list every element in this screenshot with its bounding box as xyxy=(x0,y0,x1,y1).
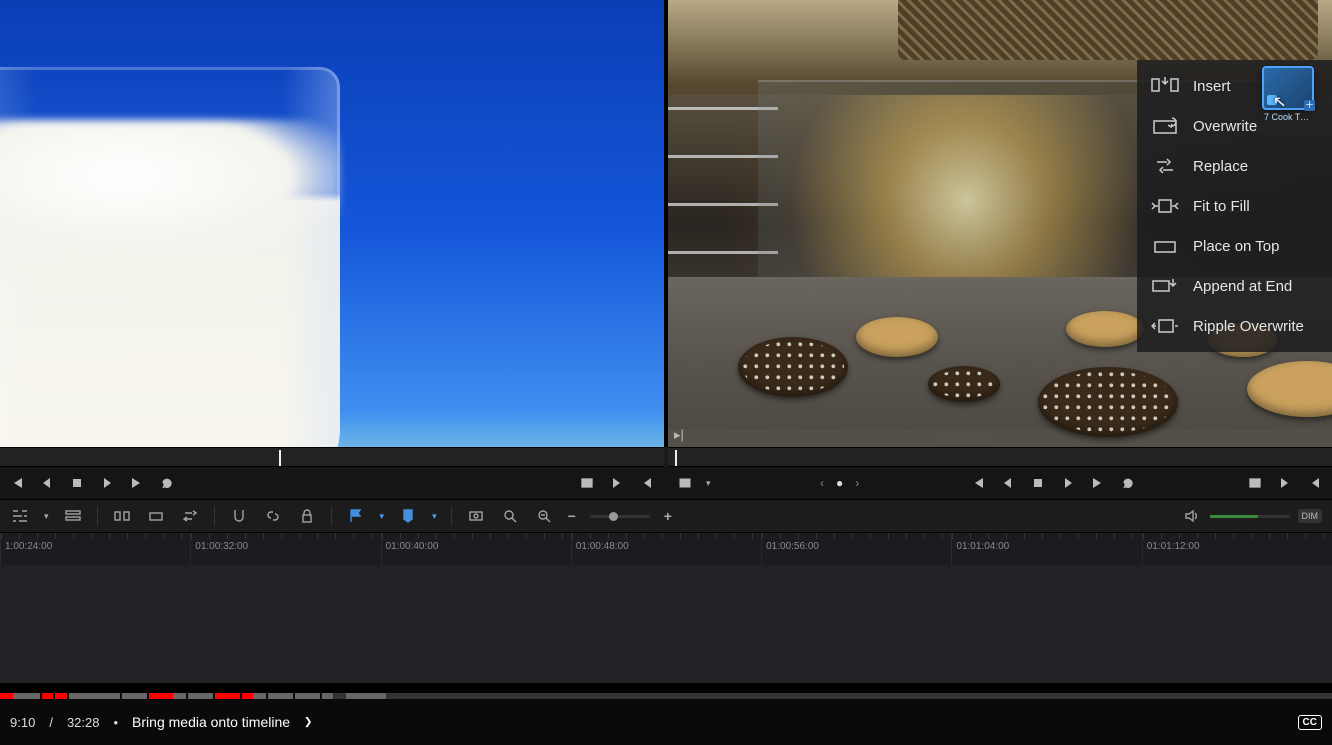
bullet-separator: • xyxy=(113,715,118,730)
ripple-overwrite-icon xyxy=(1151,316,1179,336)
marker-icon[interactable] xyxy=(398,506,418,526)
step-back-button[interactable] xyxy=(999,474,1017,492)
mouse-cursor-icon: ↖ xyxy=(1272,91,1287,112)
ruler-timecode: 01:00:48:00 xyxy=(576,541,629,552)
ruler-timecode: 01:00:56:00 xyxy=(766,541,819,552)
dragged-clip-thumbnail[interactable]: 7 Cook Tra… ＋ xyxy=(1262,66,1314,110)
match-frame-button[interactable] xyxy=(1246,474,1264,492)
link-icon[interactable] xyxy=(263,506,283,526)
last-frame-button[interactable] xyxy=(638,474,656,492)
edit-place-on-top[interactable]: Place on Top xyxy=(1141,226,1328,266)
edit-append-at-end[interactable]: Append at End xyxy=(1141,266,1328,306)
step-end-icon[interactable]: ▸| xyxy=(674,427,684,443)
dropdown-caret-icon[interactable]: ▾ xyxy=(44,511,49,522)
lock-icon[interactable] xyxy=(297,506,317,526)
safe-area-button[interactable] xyxy=(676,474,694,492)
source-viewer[interactable] xyxy=(0,0,664,447)
elapsed-time: 9:10 xyxy=(10,715,35,730)
edit-item-label: Replace xyxy=(1193,158,1248,175)
go-to-start-button[interactable] xyxy=(8,474,26,492)
insert-icon xyxy=(1151,76,1179,96)
stop-button[interactable] xyxy=(1029,474,1047,492)
nav-prev-marker-icon[interactable]: ‹ xyxy=(820,476,824,490)
program-scrub-bar[interactable] xyxy=(668,447,1332,467)
timeline-options-icon[interactable] xyxy=(10,506,30,526)
overwrite-icon xyxy=(1151,116,1179,136)
dropdown-caret-icon[interactable]: ▾ xyxy=(432,511,437,522)
next-edit-button[interactable] xyxy=(608,474,626,492)
place-on-top-icon xyxy=(1151,236,1179,256)
zoom-full-icon[interactable] xyxy=(466,506,486,526)
edit-item-label: Place on Top xyxy=(1193,238,1279,255)
stop-button[interactable] xyxy=(68,474,86,492)
chevron-right-icon[interactable]: ❯ xyxy=(304,714,312,730)
go-to-start-button[interactable] xyxy=(969,474,987,492)
edit-item-label: Insert xyxy=(1193,78,1231,95)
zoom-minus-icon[interactable]: − xyxy=(568,508,576,524)
progress-bar[interactable] xyxy=(0,693,1332,699)
loop-button[interactable] xyxy=(1119,474,1137,492)
flag-icon[interactable] xyxy=(346,506,366,526)
ruler-timecode: 01:00:32:00 xyxy=(195,541,248,552)
timeline-tracks[interactable] xyxy=(0,565,1332,683)
edit-item-label: Fit to Fill xyxy=(1193,198,1250,215)
play-button[interactable] xyxy=(1059,474,1077,492)
loop-button[interactable] xyxy=(158,474,176,492)
ruler-timecode: 01:01:04:00 xyxy=(956,541,1009,552)
nav-marker-dot-icon[interactable]: ● xyxy=(836,476,843,490)
replace-icon xyxy=(1151,156,1179,176)
source-transport xyxy=(0,467,664,499)
edit-replace[interactable]: Replace xyxy=(1141,146,1328,186)
zoom-plus-icon[interactable]: + xyxy=(664,508,672,524)
edit-item-label: Overwrite xyxy=(1193,118,1257,135)
volume-slider[interactable] xyxy=(1210,515,1290,518)
nav-next-marker-icon[interactable]: › xyxy=(855,476,859,490)
ruler-timecode: 01:01:12:00 xyxy=(1147,541,1200,552)
play-button[interactable] xyxy=(98,474,116,492)
go-to-end-button[interactable] xyxy=(128,474,146,492)
timeline[interactable]: 1:00:24:00 01:00:32:00 01:00:40:00 01:00… xyxy=(0,533,1332,683)
edit-item-label: Ripple Overwrite xyxy=(1193,318,1304,335)
overwrite-clip-icon[interactable] xyxy=(146,506,166,526)
dragged-clip-label: 7 Cook Tra… xyxy=(1264,112,1312,122)
program-transport: ▾ ‹ ● › xyxy=(668,467,1332,499)
chapter-title[interactable]: Bring media onto timeline xyxy=(132,714,290,730)
ruler-timecode: 01:00:40:00 xyxy=(386,541,439,552)
cc-button[interactable]: CC xyxy=(1298,715,1322,730)
replace-clip-icon[interactable] xyxy=(180,506,200,526)
program-viewer[interactable]: ▸| Insert Overwrite Replace xyxy=(668,0,1332,447)
source-viewer-content xyxy=(0,0,664,447)
dropdown-caret-icon[interactable]: ▾ xyxy=(380,511,385,522)
go-to-end-button[interactable] xyxy=(1089,474,1107,492)
timeline-ruler[interactable]: 1:00:24:00 01:00:32:00 01:00:40:00 01:00… xyxy=(0,533,1332,565)
time-separator: / xyxy=(49,715,53,730)
dropdown-caret-icon[interactable]: ▾ xyxy=(706,478,711,489)
source-scrub-bar[interactable] xyxy=(0,447,664,467)
speaker-icon[interactable] xyxy=(1182,506,1202,526)
dim-button[interactable]: DIM xyxy=(1298,509,1323,523)
drag-add-badge: ＋ xyxy=(1304,100,1315,111)
youtube-player-bar: 9:10 / 32:28 • Bring media onto timeline… xyxy=(0,693,1332,745)
match-frame-button[interactable] xyxy=(578,474,596,492)
last-frame-button[interactable] xyxy=(1306,474,1324,492)
total-duration: 32:28 xyxy=(67,715,100,730)
edit-item-label: Append at End xyxy=(1193,278,1292,295)
snap-icon[interactable] xyxy=(229,506,249,526)
next-edit-button[interactable] xyxy=(1276,474,1294,492)
zoom-slider[interactable] xyxy=(590,515,650,518)
timeline-toolbar: ▾ ▾ ▾ − + DIM xyxy=(0,499,1332,533)
append-at-end-icon xyxy=(1151,276,1179,296)
insert-clip-icon[interactable] xyxy=(112,506,132,526)
zoom-detail-icon[interactable] xyxy=(500,506,520,526)
fit-to-fill-icon xyxy=(1151,196,1179,216)
ruler-timecode: 1:00:24:00 xyxy=(5,541,52,552)
zoom-custom-icon[interactable] xyxy=(534,506,554,526)
stacked-timeline-icon[interactable] xyxy=(63,506,83,526)
edit-fit-to-fill[interactable]: Fit to Fill xyxy=(1141,186,1328,226)
edit-ripple-overwrite[interactable]: Ripple Overwrite xyxy=(1141,306,1328,346)
step-back-button[interactable] xyxy=(38,474,56,492)
